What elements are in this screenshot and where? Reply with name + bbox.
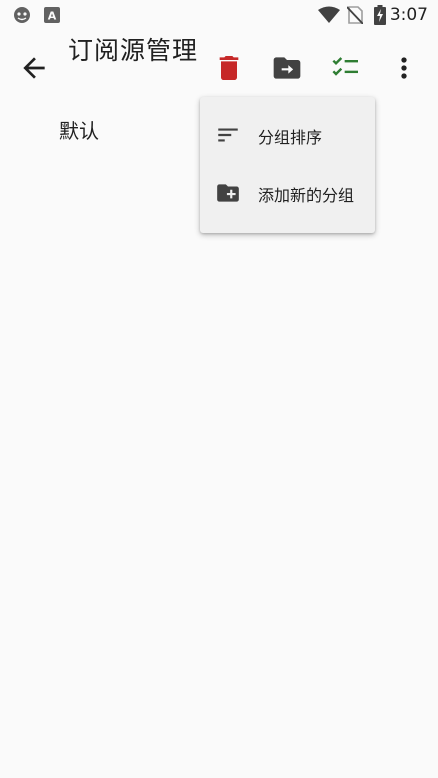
more-vert-icon[interactable] (388, 52, 420, 84)
overflow-menu: 分组排序 添加新的分组 (200, 97, 375, 233)
app-notification-icon (12, 5, 32, 29)
battery-charging-icon (374, 5, 386, 29)
menu-label-group-sort: 分组排序 (258, 128, 323, 147)
menu-label-add-group: 添加新的分组 (258, 186, 355, 205)
menu-item-group-sort[interactable]: 分组排序 (200, 107, 375, 163)
move-to-folder-icon[interactable] (271, 52, 303, 84)
no-sim-icon (346, 6, 364, 28)
sort-icon (215, 122, 241, 148)
svg-text:A: A (48, 10, 57, 23)
group-item-default[interactable]: 默认 (59, 115, 99, 144)
create-folder-icon (215, 180, 241, 206)
select-all-icon[interactable] (330, 52, 362, 84)
status-bar: A 3:07 (0, 0, 438, 30)
delete-icon[interactable] (213, 52, 245, 84)
back-arrow-icon[interactable] (18, 52, 50, 84)
status-time: 3:07 (389, 5, 428, 25)
toolbar: 订阅源管理 (0, 30, 438, 106)
page-title: 订阅源管理 (68, 36, 199, 65)
keyboard-a-icon: A (44, 7, 60, 27)
wifi-icon (318, 6, 340, 28)
menu-item-add-group[interactable]: 添加新的分组 (200, 165, 375, 221)
